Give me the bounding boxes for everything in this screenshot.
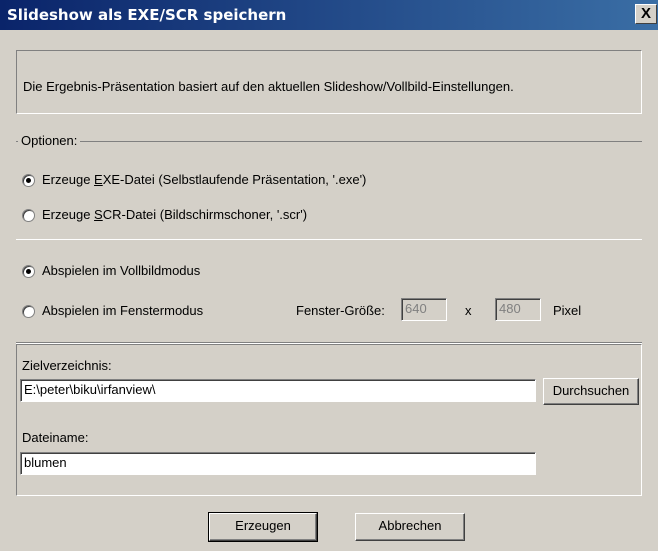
window-height-field[interactable]: 480 xyxy=(495,298,541,321)
radio-dot xyxy=(26,178,31,183)
target-dir-label: Zielverzeichnis: xyxy=(22,358,112,373)
title-bar: Slideshow als EXE/SCR speichern X xyxy=(0,0,658,30)
scr-radio-label[interactable]: Erzeuge SCR-Datei (Bildschirmschoner, '.… xyxy=(42,207,307,222)
exe-radio-label[interactable]: Erzeuge EXE-Datei (Selbstlaufende Präsen… xyxy=(42,172,366,187)
times-symbol: x xyxy=(465,303,472,318)
file-name-label: Dateiname: xyxy=(22,430,89,445)
window-radio[interactable] xyxy=(22,305,35,318)
fullscreen-radio-label[interactable]: Abspielen im Vollbildmodus xyxy=(42,263,200,278)
scr-radio[interactable] xyxy=(22,209,35,222)
exe-radio[interactable] xyxy=(22,174,35,187)
create-button[interactable]: Erzeugen xyxy=(208,512,318,542)
fullscreen-radio[interactable] xyxy=(22,265,35,278)
info-text: Die Ergebnis-Präsentation basiert auf de… xyxy=(23,79,514,94)
info-panel: Die Ergebnis-Präsentation basiert auf de… xyxy=(16,50,642,114)
radio-dot xyxy=(26,269,31,274)
window-title: Slideshow als EXE/SCR speichern xyxy=(7,6,287,24)
browse-button[interactable]: Durchsuchen xyxy=(543,378,639,405)
window-size-label: Fenster-Größe: xyxy=(296,303,385,318)
file-name-input[interactable]: blumen xyxy=(20,452,536,475)
window-radio-label[interactable]: Abspielen im Fenstermodus xyxy=(42,303,203,318)
close-button[interactable]: X xyxy=(635,4,657,24)
options-group: Optionen: xyxy=(16,133,642,240)
pixel-unit-label: Pixel xyxy=(553,303,582,318)
cancel-button[interactable]: Abbrechen xyxy=(355,513,465,541)
options-legend: Optionen: xyxy=(18,133,81,148)
target-dir-input[interactable]: E:\peter\biku\irfanview\ xyxy=(20,379,536,402)
window-width-field[interactable]: 640 xyxy=(401,298,447,321)
